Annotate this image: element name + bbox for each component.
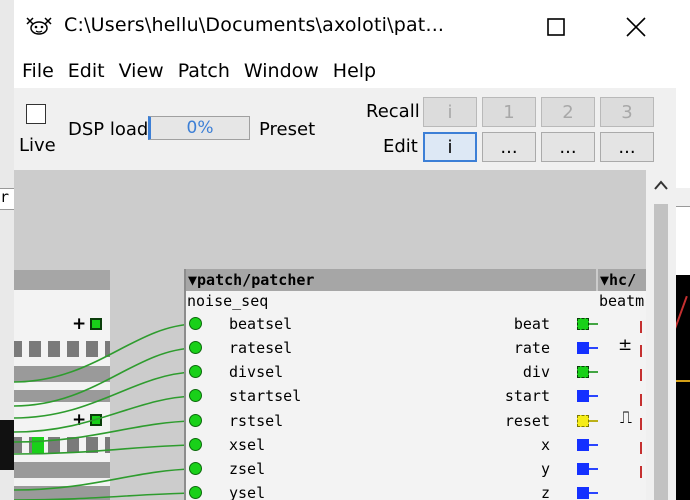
inlet-dot[interactable] <box>189 438 202 451</box>
outlet-square-frac[interactable] <box>577 487 589 499</box>
background-window-right <box>672 0 690 500</box>
scroll-thumb[interactable] <box>654 204 668 500</box>
close-button[interactable] <box>606 6 666 48</box>
inlet-dot[interactable] <box>189 365 202 378</box>
axoloti-icon <box>24 12 54 40</box>
edit-label: Edit <box>383 136 418 157</box>
live-label: Live <box>19 135 56 156</box>
menu-file[interactable]: File <box>22 60 54 82</box>
inlet-dot[interactable] <box>189 462 202 475</box>
right-object-type: ▼hc/ <box>600 271 637 289</box>
menu-window[interactable]: Window <box>244 60 319 82</box>
recall-3-button[interactable]: 3 <box>600 97 654 127</box>
outlet-label: x <box>540 436 550 454</box>
close-icon <box>626 17 646 37</box>
pulse-icon: ⎍ <box>620 408 632 428</box>
inlet-label: rstsel <box>229 412 284 430</box>
background-window-left: r <box>0 0 14 500</box>
menu-edit[interactable]: Edit <box>68 60 105 82</box>
patcher-object-header[interactable]: ▼patch/patcher <box>186 269 598 291</box>
right-object-name: beatm <box>599 292 645 310</box>
outlet-label: y <box>540 460 550 478</box>
outlet-square-frac[interactable] <box>577 463 589 475</box>
scroll-up-button[interactable] <box>646 170 676 200</box>
preset-label: Preset <box>259 119 316 140</box>
inlet-label: ratesel <box>229 339 293 357</box>
outlet-label: beat <box>513 315 550 333</box>
outlet-square-bool[interactable] <box>577 318 589 330</box>
wire-6 <box>14 444 195 455</box>
outlet-label: start <box>504 387 550 405</box>
edit-2-button[interactable]: ... <box>541 132 595 162</box>
outlet-square-int[interactable] <box>577 415 589 427</box>
maximize-icon <box>547 18 565 36</box>
outlet-square-frac[interactable] <box>577 390 589 402</box>
outlet-label: z <box>540 484 550 500</box>
background-window-text: r <box>0 188 10 206</box>
live-checkbox[interactable] <box>26 104 46 124</box>
right-object-body: beatm ± ⎍ <box>598 291 646 500</box>
wire-3 <box>14 371 195 419</box>
inlet-label: ysel <box>229 484 266 500</box>
dsp-load-label: DSP load <box>68 119 149 140</box>
inlet-label: xsel <box>229 436 266 454</box>
outlet-square-frac[interactable] <box>577 439 589 451</box>
inlet-dot[interactable] <box>189 486 202 499</box>
right-object-header[interactable]: ▼hc/ <box>596 269 646 291</box>
menu-patch[interactable]: Patch <box>178 60 230 82</box>
maximize-button[interactable] <box>526 6 586 48</box>
dsp-load-bar: 0% <box>148 116 250 140</box>
patcher-object-type: ▼patch/patcher <box>188 271 315 289</box>
recall-1-button[interactable]: 1 <box>482 97 536 127</box>
outlet-label: div <box>522 363 550 381</box>
wire-7 <box>14 468 195 491</box>
edit-i-button[interactable]: i <box>423 132 477 162</box>
edit-1-button[interactable]: ... <box>482 132 536 162</box>
menu-bar: File Edit View Patch Window Help <box>14 54 676 88</box>
window-title: C:\Users\hellu\Documents\axoloti\pat... <box>64 14 445 36</box>
inlet-label: zsel <box>229 460 266 478</box>
recall-label: Recall <box>366 101 420 122</box>
outlet-label: rate <box>513 339 550 357</box>
inlet-label: divsel <box>229 363 284 381</box>
chevron-up-icon <box>654 180 668 190</box>
outlet-label: reset <box>504 412 550 430</box>
plus-minus-icon: ± <box>618 335 633 355</box>
dsp-load-value: 0% <box>186 118 214 138</box>
edit-3-button[interactable]: ... <box>600 132 654 162</box>
inlet-dot[interactable] <box>189 317 202 330</box>
outlet-square-bool[interactable] <box>577 366 589 378</box>
wire-5 <box>14 420 195 443</box>
wire-4 <box>14 395 195 433</box>
vertical-scrollbar[interactable] <box>646 170 676 500</box>
menu-view[interactable]: View <box>119 60 164 82</box>
recall-2-button[interactable]: 2 <box>541 97 595 127</box>
inlet-dot[interactable] <box>189 341 202 354</box>
inlet-dot[interactable] <box>189 414 202 427</box>
wire-8 <box>14 492 195 500</box>
inlet-label: startsel <box>229 387 302 405</box>
outlet-square-frac[interactable] <box>577 342 589 354</box>
recall-i-button[interactable]: i <box>423 97 477 127</box>
inlet-dot[interactable] <box>189 389 202 402</box>
menu-help[interactable]: Help <box>333 60 376 82</box>
patch-canvas[interactable]: + + ▼patch/patcher noise_seq beatsel rat… <box>14 170 646 500</box>
inlet-label: beatsel <box>229 315 293 333</box>
patcher-object-name: noise_seq <box>187 292 269 310</box>
